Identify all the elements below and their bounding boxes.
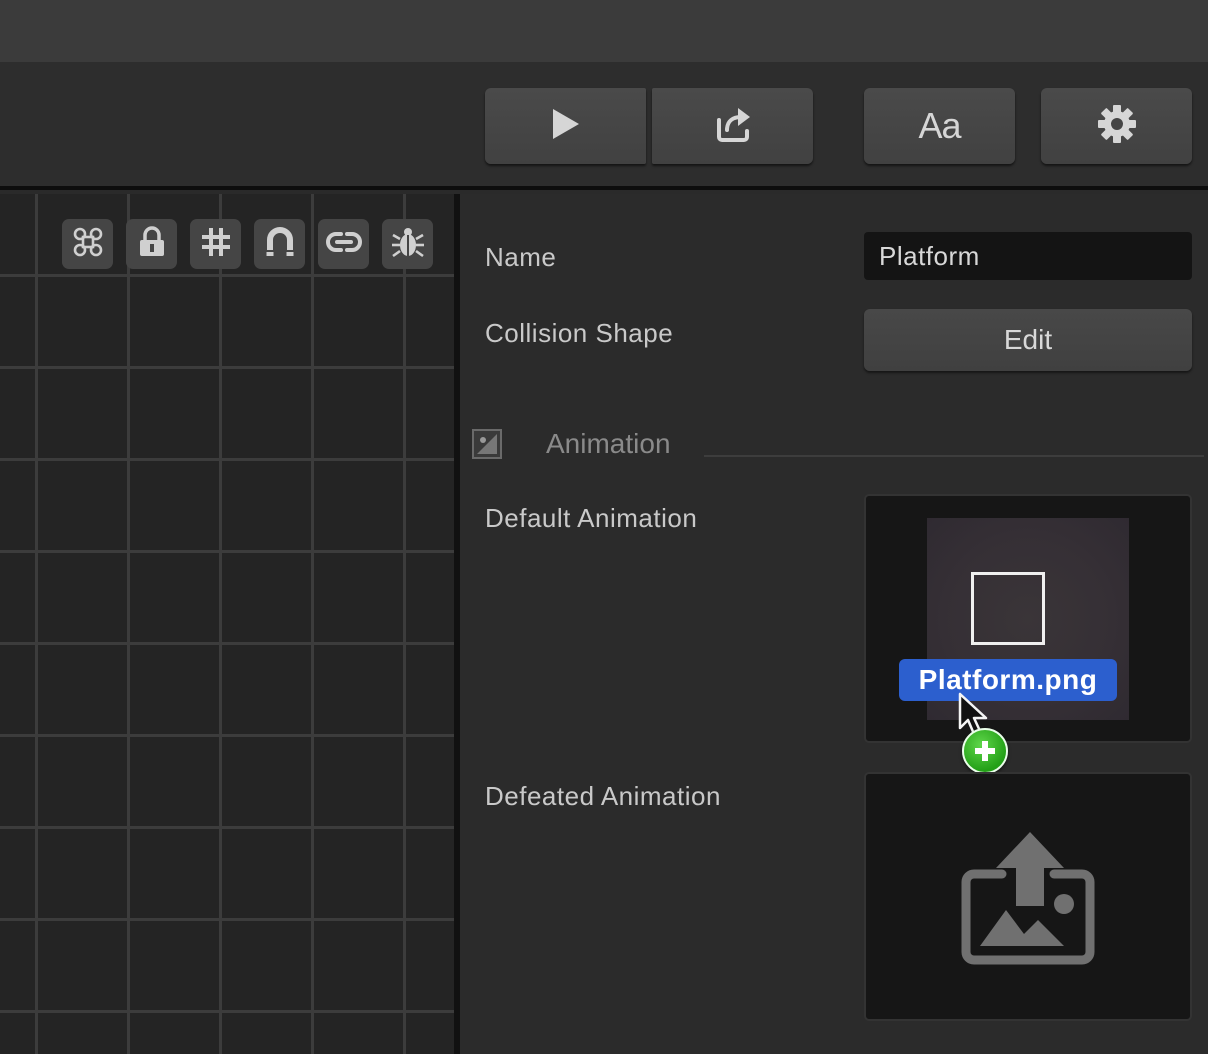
name-field[interactable]: [864, 232, 1192, 280]
magnet-button[interactable]: [254, 219, 305, 269]
upload-image-icon: [960, 830, 1100, 971]
debug-button[interactable]: [382, 219, 433, 269]
grid-icon: [200, 226, 232, 263]
command-icon: [72, 226, 104, 263]
play-button[interactable]: [485, 88, 646, 164]
image-icon: [472, 429, 502, 459]
bug-icon: [391, 225, 425, 264]
animation-section-title: Animation: [546, 428, 671, 459]
collision-shape-label: Collision Shape: [485, 318, 674, 348]
command-button[interactable]: [62, 219, 113, 269]
sprite-thumbnail: [971, 572, 1045, 645]
link-icon: [325, 228, 362, 261]
defeated-animation-label: Defeated Animation: [485, 781, 721, 811]
magnet-icon: [265, 226, 295, 263]
gear-icon: [1096, 103, 1138, 150]
toolbar: Aa: [0, 62, 1208, 190]
canvas-toolbar: [62, 219, 433, 269]
settings-button[interactable]: [1041, 88, 1192, 164]
font-button[interactable]: Aa: [864, 88, 1015, 164]
section-divider: [704, 455, 1204, 457]
name-label: Name: [485, 242, 557, 272]
window-titlebar: [0, 0, 1208, 62]
lock-icon: [137, 225, 167, 263]
share-button[interactable]: [652, 88, 813, 164]
plus-icon: [962, 728, 1008, 774]
font-button-label: Aa: [918, 105, 961, 146]
dragged-file-label: Platform.png: [899, 659, 1117, 701]
edit-collision-button[interactable]: Edit: [864, 309, 1192, 371]
scene-canvas[interactable]: [0, 194, 454, 1054]
default-animation-label: Default Animation: [485, 503, 698, 533]
play-icon: [551, 107, 581, 146]
edit-collision-label: Edit: [1003, 324, 1053, 355]
share-icon: [713, 104, 753, 149]
link-button[interactable]: [318, 219, 369, 269]
dragged-file-name: Platform.png: [918, 664, 1098, 695]
lock-button[interactable]: [126, 219, 177, 269]
grid-button[interactable]: [190, 219, 241, 269]
